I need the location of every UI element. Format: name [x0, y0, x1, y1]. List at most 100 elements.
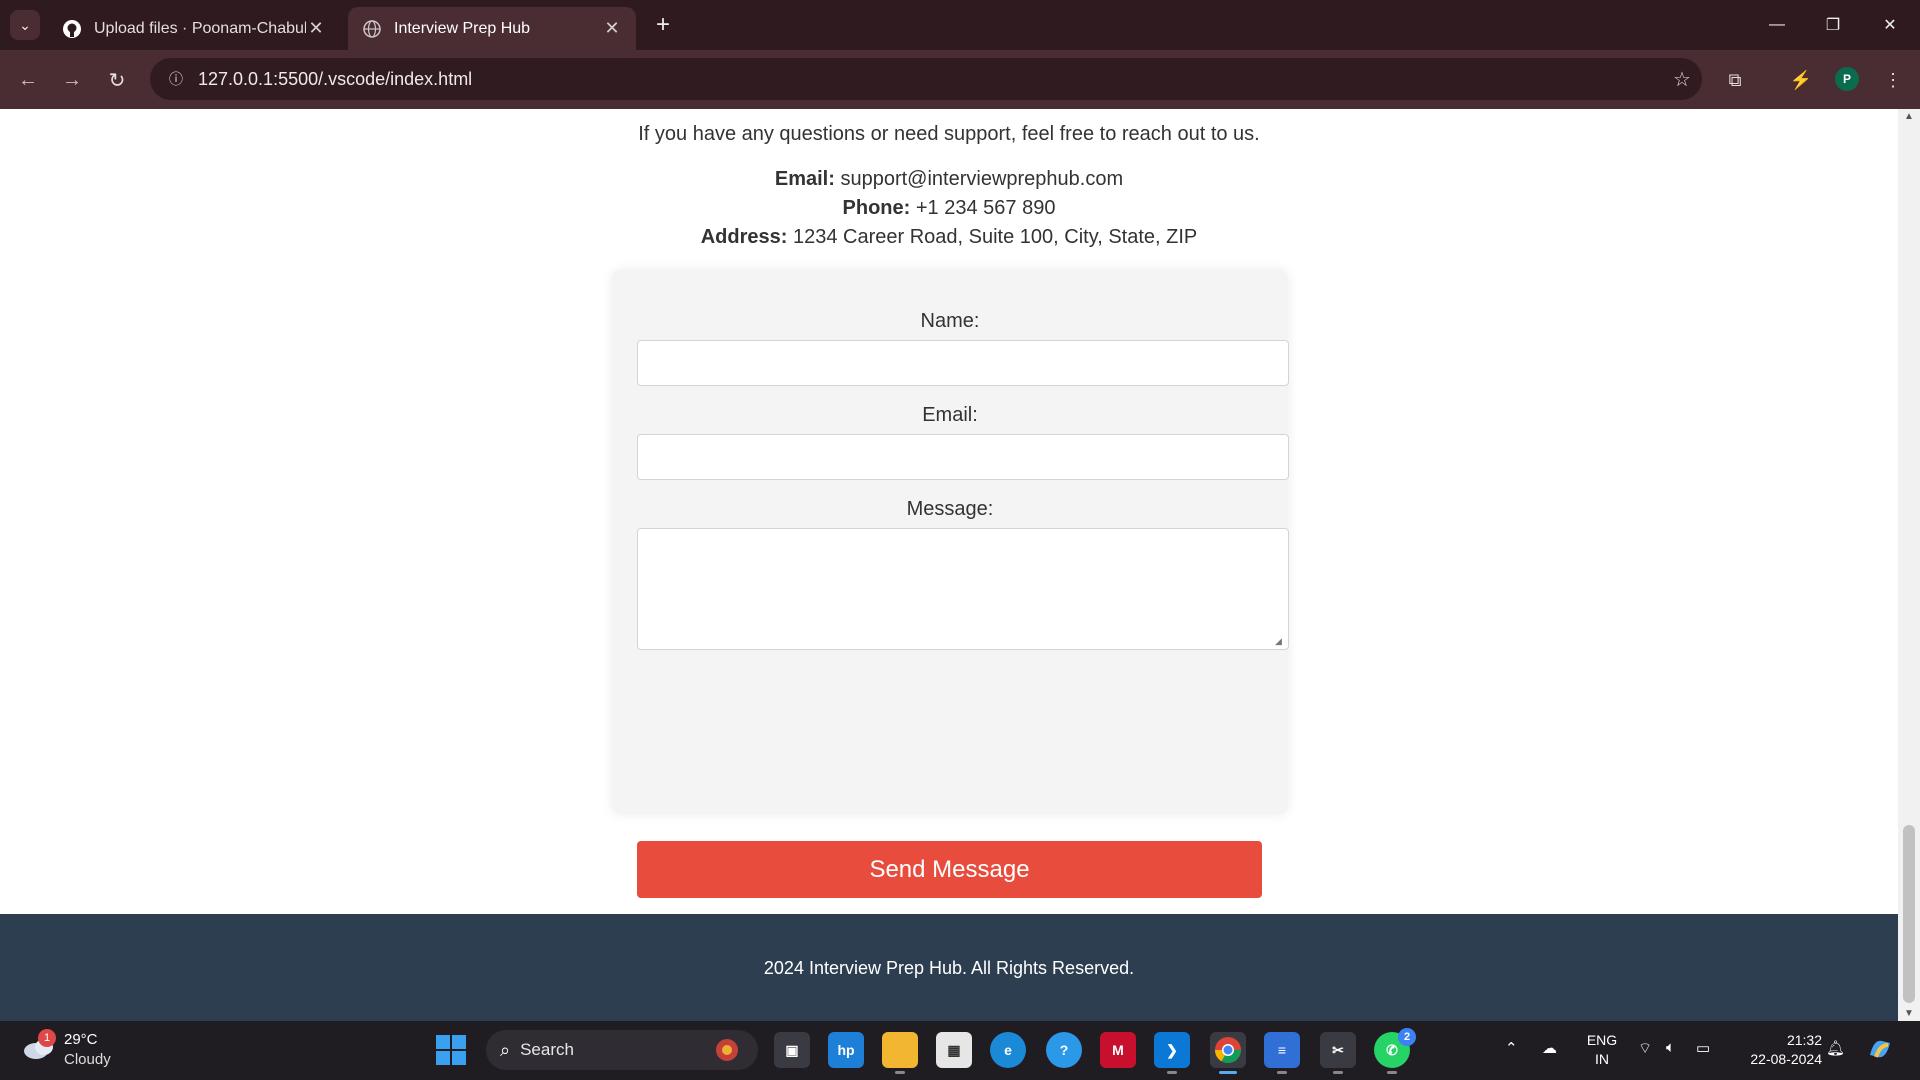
taskbar-search[interactable]: ⌕ Search [486, 1030, 758, 1070]
send-message-button[interactable]: Send Message [637, 841, 1262, 898]
scrollbar-thumb[interactable] [1903, 825, 1915, 1003]
email-field[interactable] [637, 434, 1289, 480]
whatsapp-app[interactable]: ✆ 2 [1374, 1028, 1416, 1074]
phone-label: Phone: [842, 197, 911, 219]
edge-icon: e [1004, 1042, 1012, 1058]
tab-upload-files[interactable]: Upload files · Poonam-Chabuks ✕ [48, 7, 340, 50]
task-view-app[interactable]: ▣ [774, 1032, 810, 1068]
close-icon[interactable]: ✕ [306, 18, 326, 39]
weather-temperature: 29°C [64, 1031, 98, 1048]
clock-time: 21:32 [1786, 1032, 1822, 1048]
message-field[interactable]: ◢ [637, 528, 1289, 650]
tab-strip: ⌄ Upload files · Poonam-Chabuks ✕ Interv… [0, 0, 1920, 50]
plus-icon: + [655, 11, 670, 38]
vertical-scrollbar[interactable]: ▲ ▼ [1898, 109, 1920, 1021]
myhp-icon: hp [837, 1042, 855, 1058]
chrome-icon [1214, 1037, 1242, 1064]
email-field-label: Email: [922, 404, 978, 426]
chrome-app[interactable] [1210, 1032, 1246, 1074]
wifi-icon[interactable]: ⌔ [1638, 1039, 1652, 1058]
back-button[interactable]: ← [12, 64, 44, 96]
contact-info: Email: support@interviewprephub.com Phon… [0, 165, 1898, 252]
minimize-icon: — [1769, 16, 1785, 33]
snipping-tool-app[interactable]: ✂ [1320, 1032, 1356, 1074]
resize-handle-icon[interactable]: ◢ [1275, 636, 1285, 646]
minimize-button[interactable]: — [1757, 8, 1797, 42]
myhp-app[interactable]: hp [828, 1032, 864, 1068]
get-help-app[interactable]: ? [1046, 1032, 1082, 1068]
browser-toolbar: ← → ↻ ⓘ 127.0.0.1:5500/.vscode/index.htm… [0, 50, 1920, 109]
address-value: 1234 Career Road, Suite 100, City, State… [792, 226, 1198, 248]
tab-interview-prep-hub[interactable]: Interview Prep Hub ✕ [348, 7, 636, 50]
start-button[interactable] [436, 1035, 466, 1065]
forward-button[interactable]: → [56, 64, 88, 96]
close-window-button[interactable]: ✕ [1870, 8, 1910, 42]
profile-avatar[interactable]: P [1835, 67, 1859, 91]
copilot-icon[interactable] [1866, 1035, 1894, 1067]
bookmark-star-icon[interactable]: ☆ [1662, 67, 1702, 92]
extensions-icon[interactable]: ⧉ [1720, 65, 1750, 95]
vscode-icon: ❯ [1166, 1041, 1178, 1058]
name-field[interactable] [637, 340, 1289, 386]
vscode-app[interactable]: ❯ [1154, 1032, 1190, 1074]
search-label: Search [520, 1040, 574, 1059]
weather-alert-badge: 1 [38, 1029, 56, 1047]
arrow-left-icon: ← [18, 68, 38, 91]
email-value: support@interviewprephub.com [840, 168, 1124, 190]
notepad-app[interactable]: ≡ [1264, 1032, 1300, 1074]
close-icon[interactable]: ✕ [602, 18, 622, 39]
file-explorer-app[interactable] [882, 1032, 918, 1074]
notepad-icon: ≡ [1277, 1042, 1287, 1058]
whatsapp-badge: 2 [1398, 1028, 1416, 1046]
mcafee-app[interactable]: M [1100, 1032, 1136, 1068]
address-bar[interactable]: ⓘ 127.0.0.1:5500/.vscode/index.html ☆ [150, 58, 1702, 100]
windows-logo-pane [452, 1035, 466, 1049]
show-hidden-icons-chevron-icon[interactable]: ⌃ [1505, 1039, 1518, 1057]
running-indicator [1167, 1071, 1177, 1074]
system-clock[interactable]: 21:32 22-08-2024 [1732, 1031, 1822, 1069]
message-label: Message: [906, 498, 994, 520]
restore-icon: ❐ [1825, 17, 1841, 34]
menu-dots-icon[interactable]: ⋮ [1878, 65, 1908, 95]
search-icon: ⌕ [500, 1039, 511, 1060]
tab-title: Interview Prep Hub [394, 19, 531, 37]
microsoft-store-app[interactable]: ▦ [936, 1032, 972, 1068]
task-view-icon: ▣ [785, 1041, 799, 1058]
battery-icon[interactable]: ▭ [1696, 1039, 1710, 1057]
language-line2: IN [1595, 1051, 1609, 1067]
running-indicator [1277, 1071, 1287, 1074]
github-icon [62, 19, 82, 39]
onedrive-icon[interactable]: ☁ [1542, 1039, 1557, 1057]
whatsapp-icon: ✆ [1386, 1041, 1398, 1058]
running-indicator [1333, 1071, 1343, 1074]
tab-title: Upload files · Poonam-Chabuks [94, 19, 306, 37]
reload-button[interactable]: ↻ [101, 64, 133, 96]
url-text[interactable]: 127.0.0.1:5500/.vscode/index.html [198, 69, 1662, 90]
notification-bell-icon[interactable]: 🔔︎ [1826, 1039, 1845, 1057]
reload-icon: ↻ [108, 69, 126, 92]
contact-address-line: Address: 1234 Career Road, Suite 100, Ci… [0, 223, 1898, 252]
language-indicator[interactable]: ENG IN [1582, 1031, 1622, 1069]
running-indicator [1387, 1071, 1397, 1074]
scroll-down-icon[interactable]: ▼ [1904, 1008, 1914, 1019]
new-tab-button[interactable]: + [650, 10, 676, 40]
phone-value: +1 234 567 890 [915, 197, 1056, 219]
volume-icon[interactable]: 🔈︎ [1666, 1039, 1675, 1056]
search-highlight-icon [716, 1039, 738, 1061]
performance-icon[interactable]: ⚡ [1786, 65, 1816, 95]
page-footer: 2024 Interview Prep Hub. All Rights Rese… [0, 914, 1898, 1021]
globe-icon [362, 19, 382, 39]
scroll-up-icon[interactable]: ▲ [1904, 111, 1914, 122]
windows-logo-pane [452, 1051, 466, 1065]
copilot-logo-icon [1870, 1040, 1890, 1058]
edge-app[interactable]: e [990, 1032, 1026, 1068]
restore-button[interactable]: ❐ [1813, 8, 1853, 42]
site-info-icon[interactable]: ⓘ [154, 69, 198, 89]
page-viewport: If you have any questions or need suppor… [0, 109, 1920, 1021]
mcafee-shield-icon: M [1112, 1042, 1124, 1058]
arrow-right-icon: → [62, 68, 82, 91]
windows-taskbar: 1 29°C Cloudy ⌕ Search ▣ hp ▦ e ? M ❯ ≡ … [0, 1021, 1920, 1080]
address-label: Address: [700, 226, 788, 248]
contact-email-line: Email: support@interviewprephub.com [0, 165, 1898, 194]
tab-search-button[interactable]: ⌄ [10, 10, 40, 40]
